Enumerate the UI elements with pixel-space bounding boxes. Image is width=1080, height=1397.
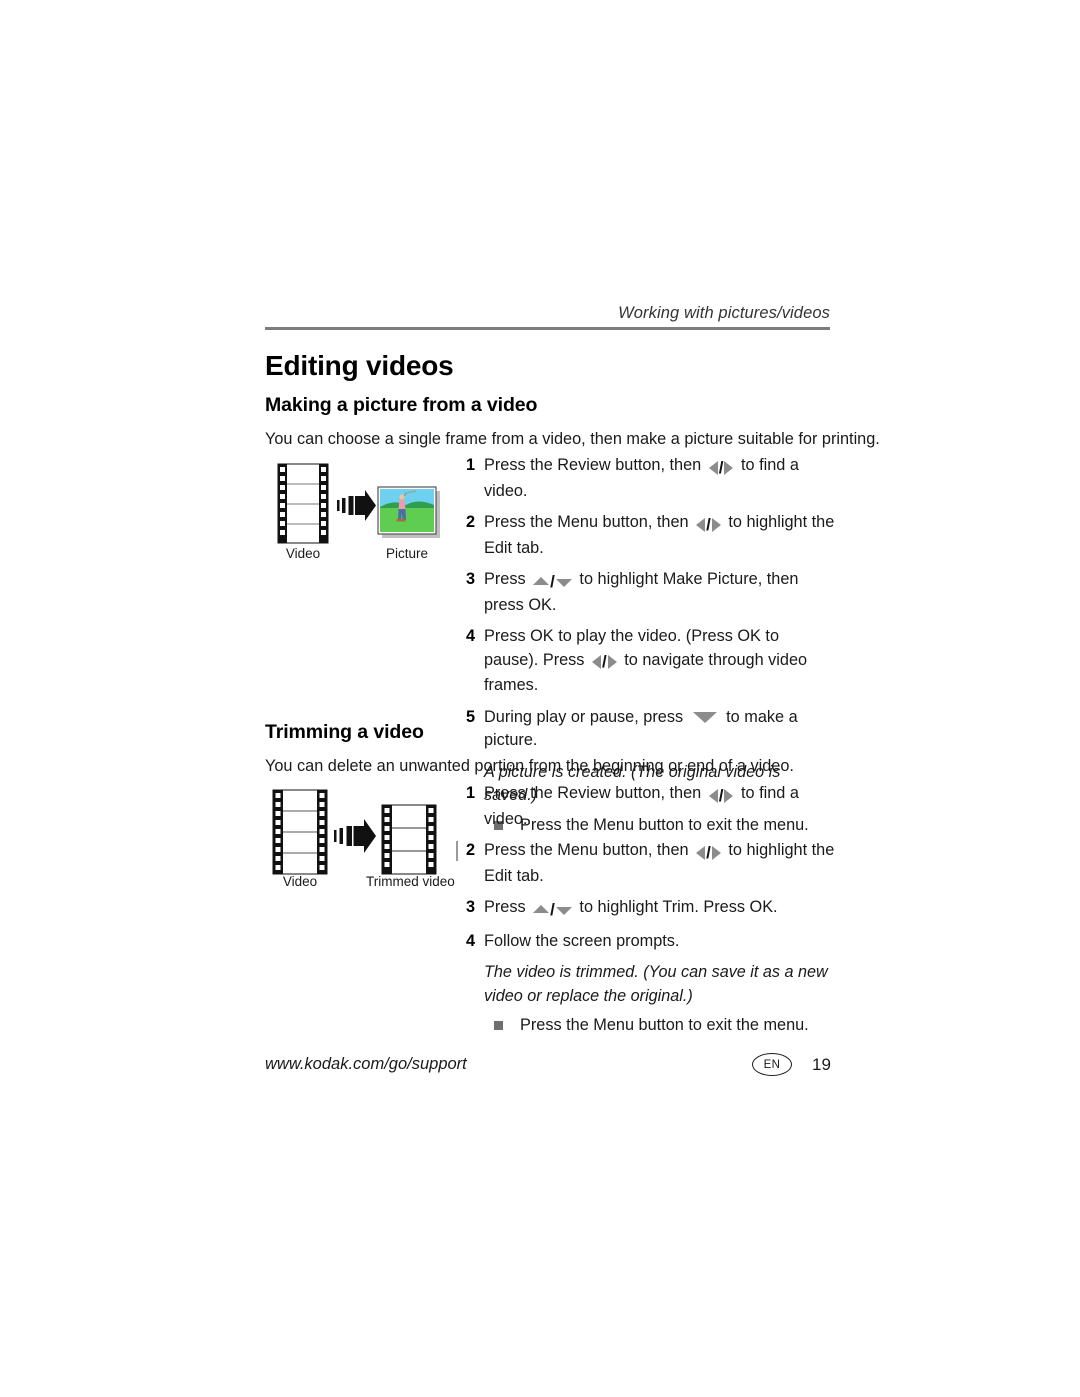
bullet-text: Press the Menu button to exit the menu. [520,1016,809,1034]
step-text: Press the Menu button, then / to highlig… [484,511,836,560]
section2-result-note: The video is trimmed. (You can save it a… [484,963,828,1005]
step-text-part: Press [484,570,531,588]
page-title: Editing videos [265,350,454,381]
document-page: Working with pictures/videos Editing vid… [0,0,1080,1397]
step-item: 3 Press / to highlight Trim. Press OK. [466,896,836,922]
step-text: Press / to highlight Make Picture, then … [484,568,836,617]
step-text-part: to highlight Trim. Press OK. [574,898,778,916]
step-text-part: Press [484,898,531,916]
running-head-text: Working with pictures/videos [618,304,830,322]
left-right-arrows-icon: / [696,841,721,865]
step-number: 4 [466,931,476,950]
step-text-part: Press the Review button, then [484,456,706,474]
step-text-part: Press the Menu button, then [484,841,694,859]
section-heading-making-picture: Making a picture from a video [265,394,538,416]
down-arrow-icon [692,711,717,723]
left-right-arrows-icon: / [708,456,734,480]
section-heading-trimming: Trimming a video [265,721,424,743]
footer-page-info: EN 19 [752,1053,831,1076]
language-badge: EN [752,1053,792,1076]
step-number: 4 [466,627,476,645]
step-text-part: During play or pause, press [484,707,688,726]
step-text: Press OK to play the video. (Press OK to… [484,625,836,698]
section1-intro-text: You can choose a single frame from a vid… [265,430,880,448]
filmstrip-video-icon [277,463,329,544]
motion-arrow-icon [334,819,376,853]
step-number: 1 [466,784,476,802]
left-right-arrows-icon: / [708,784,734,808]
step-text: Press the Review button, then / to find … [484,782,836,831]
step-text: During play or pause, press to make a pi… [484,706,836,753]
section2-steps-list: 1 Press the Review button, then / to fin… [456,782,836,1037]
step-item: 2 Press the Menu button, then / to highl… [466,511,836,560]
section2-intro-text: You can delete an unwanted portion from … [265,757,794,775]
step-text: Press the Review button, then / to find … [484,454,836,503]
figure-video-to-trimmed-graphic [272,789,437,875]
figure-video-to-picture: Video Picture [276,462,446,572]
motion-arrow-icon [337,490,376,521]
step-text: Follow the screen prompts. [484,931,680,950]
step-text-part: Press the Menu button, then [484,513,694,531]
header-rule [265,327,830,330]
running-header: Working with pictures/videos [265,303,830,330]
step-item: 3 Press / to highlight Make Picture, the… [466,568,836,617]
step-item: 1 Press the Review button, then / to fin… [466,782,836,831]
step-item: 4 Follow the screen prompts. [466,930,836,954]
figure-video-to-trimmed-video: Video Trimmed video [270,788,455,893]
step-number: 3 [466,570,476,588]
step-number: 3 [466,898,476,916]
up-down-arrows-icon: / [533,898,572,922]
step-number: 2 [466,841,476,859]
step-text-part: Press the Review button, then [484,784,706,802]
figure1-left-caption: Video [285,546,321,561]
step-item: 5 During play or pause, press to make a … [466,706,836,753]
section2-exit-bullet: Press the Menu button to exit the menu. [494,1014,836,1037]
step-item: 4 Press OK to play the video. (Press OK … [466,625,836,698]
revision-change-bar [456,841,458,861]
step-text: Press / to highlight Trim. Press OK. [484,896,778,922]
step-item: 1 Press the Review button, then / to fin… [466,454,836,503]
figure2-left-caption: Video [282,874,318,889]
filmstrip-video-icon [272,789,328,875]
picture-golfer-icon [377,486,440,538]
figure2-right-caption: Trimmed video [366,874,455,889]
step-text-part: to highlight Make Picture, then press OK… [484,570,799,614]
step-number: 5 [466,707,476,726]
section1-steps-list: 1 Press the Review button, then / to fin… [466,454,836,837]
step-item: 2 Press the Menu button, then / to highl… [456,839,836,888]
left-right-arrows-icon: / [696,513,721,537]
step-number: 2 [466,513,476,531]
footer-support-url[interactable]: www.kodak.com/go/support [265,1055,467,1074]
square-bullet-icon [494,1021,503,1030]
page-number: 19 [812,1054,831,1074]
left-right-arrows-icon: / [591,650,617,674]
up-down-arrows-icon: / [533,570,572,594]
figure1-right-caption: Picture [385,546,429,561]
step-number: 1 [466,456,476,474]
filmstrip-trimmed-video-icon [381,804,437,875]
step-text: Press the Menu button, then / to highlig… [484,839,836,888]
